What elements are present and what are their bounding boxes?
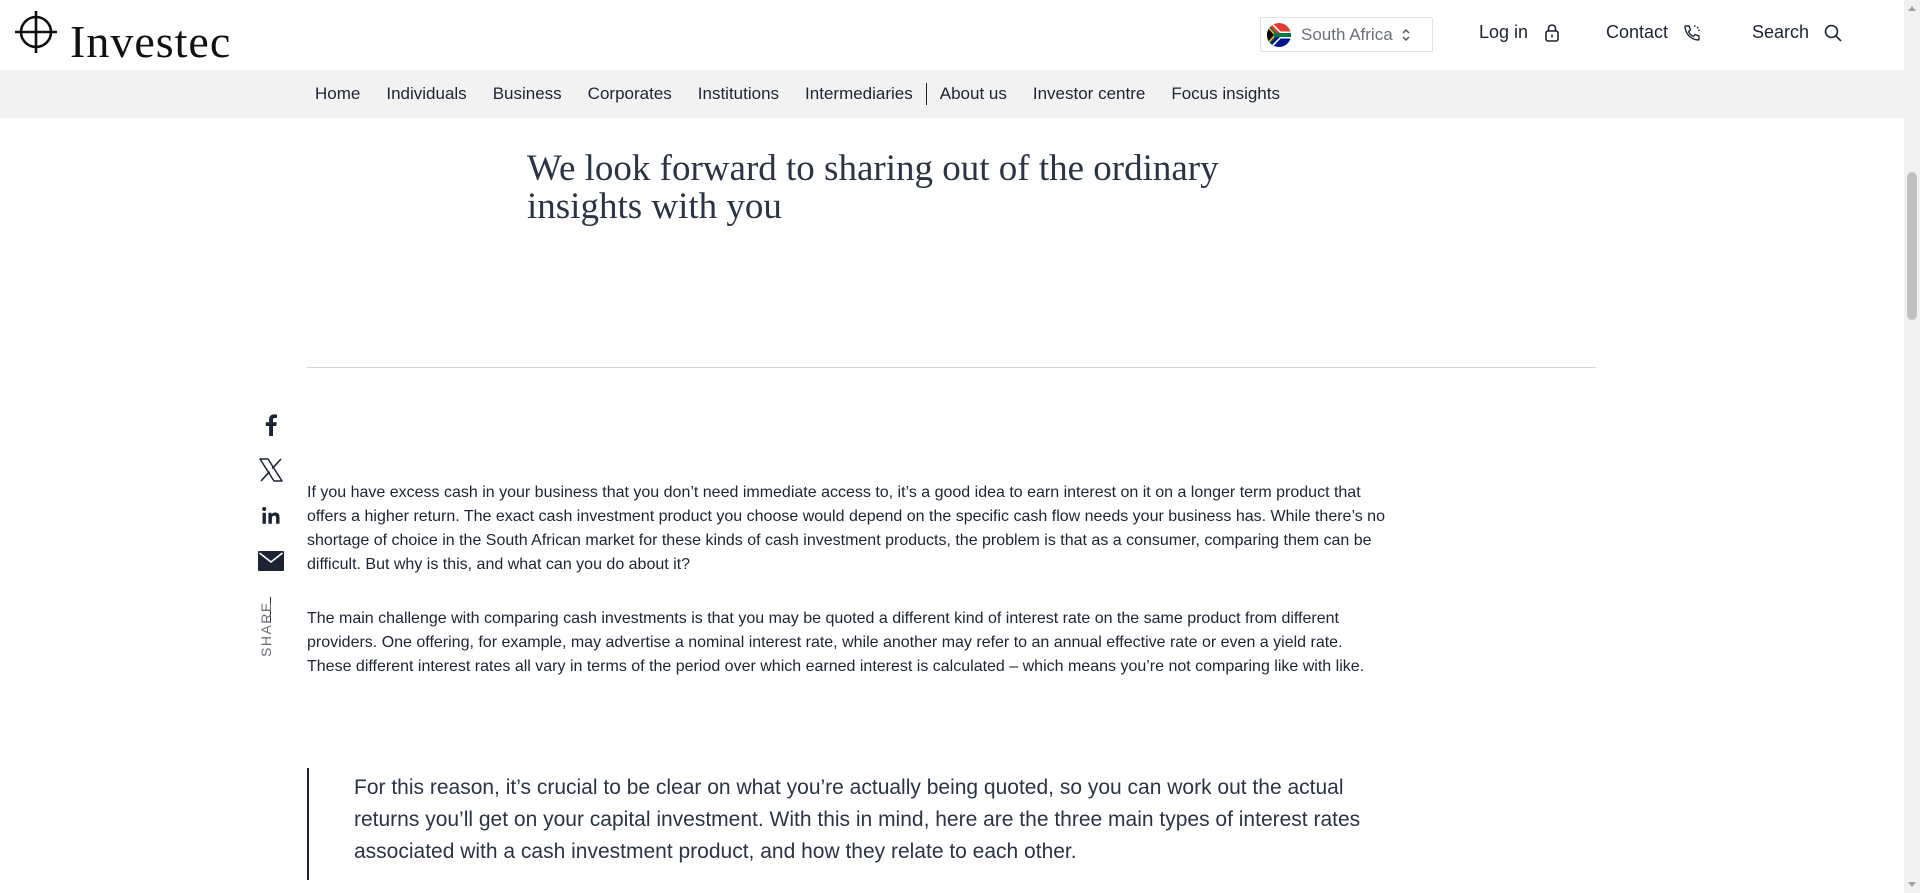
pull-quote-text: For this reason, it’s crucial to be clea… xyxy=(354,776,1361,863)
login-label: Log in xyxy=(1479,22,1529,42)
chevron-up-down-icon xyxy=(1402,28,1410,41)
contact-label: Contact xyxy=(1606,22,1669,42)
contact-link[interactable]: Contact xyxy=(1606,22,1702,43)
nav-item-about-us[interactable]: About us xyxy=(927,84,1020,104)
nav-item-investor-centre[interactable]: Investor centre xyxy=(1020,84,1158,104)
nav-item-individuals[interactable]: Individuals xyxy=(373,84,479,104)
phone-icon xyxy=(1684,24,1700,41)
nav-item-home[interactable]: Home xyxy=(315,84,373,104)
main-nav: Home Individuals Business Corporates Ins… xyxy=(0,70,1904,118)
x-icon[interactable] xyxy=(256,455,286,485)
article-paragraph: If you have excess cash in your business… xyxy=(307,484,1385,573)
site-header: Investec South Africa Log in Contact Sea… xyxy=(0,0,1904,70)
search-icon xyxy=(1824,24,1842,42)
pull-quote: For this reason, it’s crucial to be clea… xyxy=(307,768,1387,880)
login-link[interactable]: Log in xyxy=(1479,22,1562,43)
nav-item-focus-insights[interactable]: Focus insights xyxy=(1158,84,1293,104)
nav-item-business[interactable]: Business xyxy=(480,84,575,104)
nav-item-corporates[interactable]: Corporates xyxy=(575,84,685,104)
search-label: Search xyxy=(1752,22,1810,42)
region-label: South Africa xyxy=(1301,24,1393,44)
lock-icon xyxy=(1545,23,1559,42)
facebook-icon[interactable] xyxy=(256,410,286,440)
article-paragraph: The main challenge with comparing cash i… xyxy=(307,610,1365,675)
region-selector[interactable]: South Africa xyxy=(1260,17,1433,52)
scroll-up-arrow-icon[interactable] xyxy=(1908,6,1916,11)
linkedin-icon[interactable] xyxy=(256,501,286,531)
logo-wordmark: Investec xyxy=(70,16,232,67)
article-headline: We look forward to sharing out of the or… xyxy=(527,148,1219,227)
page-scrollbar[interactable] xyxy=(1904,0,1920,893)
investec-logo-mark-icon xyxy=(15,11,57,53)
south-africa-flag-icon xyxy=(1267,22,1291,47)
main-nav-list: Home Individuals Business Corporates Ins… xyxy=(315,70,1293,118)
email-icon[interactable] xyxy=(256,546,286,576)
search-link[interactable]: Search xyxy=(1752,22,1843,43)
share-label: SHARE xyxy=(258,601,274,657)
nav-item-intermediaries[interactable]: Intermediaries xyxy=(792,84,926,104)
nav-item-institutions[interactable]: Institutions xyxy=(685,84,792,104)
scroll-down-arrow-icon[interactable] xyxy=(1908,882,1916,887)
scrollbar-thumb[interactable] xyxy=(1907,172,1917,320)
section-divider xyxy=(307,367,1596,368)
